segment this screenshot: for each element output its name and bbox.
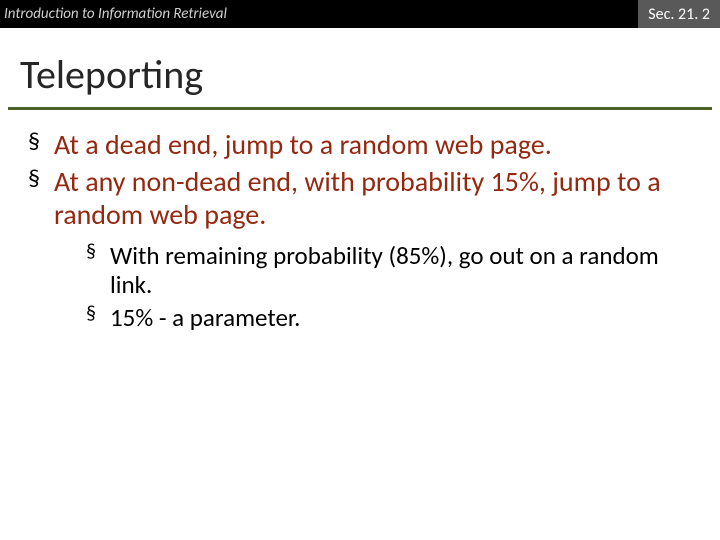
slide-title: Teleporting — [0, 28, 720, 107]
bullet-icon: § — [28, 128, 54, 156]
sub-bullet-item: § With remaining probability (85%), go o… — [86, 241, 696, 299]
header-bar: Introduction to Information Retrieval Se… — [0, 0, 720, 28]
course-title: Introduction to Information Retrieval — [4, 5, 227, 23]
bullet-text: At any non-dead end, with probability 15… — [54, 165, 696, 231]
bullet-icon: § — [86, 303, 110, 326]
bullet-item: § At a dead end, jump to a random web pa… — [28, 128, 696, 161]
bullet-icon: § — [86, 241, 110, 264]
content-area: § At a dead end, jump to a random web pa… — [0, 110, 720, 332]
bullet-item: § At any non-dead end, with probability … — [28, 165, 696, 231]
bullet-text: At a dead end, jump to a random web page… — [54, 128, 552, 161]
bullet-icon: § — [28, 165, 54, 193]
sub-bullets: § With remaining probability (85%), go o… — [28, 235, 696, 332]
section-label: Sec. 21. 2 — [638, 0, 720, 28]
sub-bullet-text: 15% - a parameter. — [110, 303, 300, 332]
sub-bullet-text: With remaining probability (85%), go out… — [110, 241, 696, 299]
sub-bullet-item: § 15% - a parameter. — [86, 303, 696, 332]
